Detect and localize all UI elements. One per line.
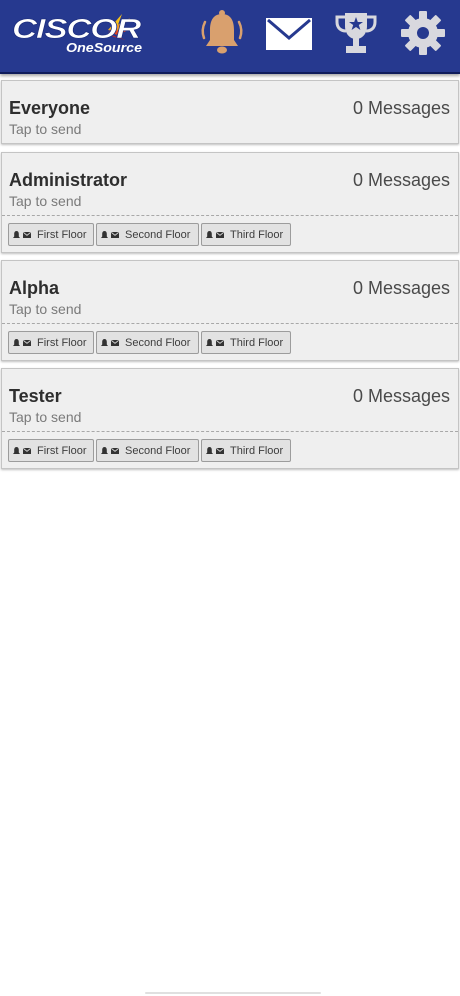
zone-button-first-floor[interactable]: First Floor [8, 439, 94, 462]
tap-to-send-hint: Tap to send [9, 409, 82, 425]
zone-button-third-floor[interactable]: Third Floor [201, 439, 291, 462]
message-count: 0 Messages [352, 98, 450, 118]
message-count: 0 Messages [352, 278, 450, 298]
tap-to-send-hint: Tap to send [9, 121, 82, 137]
tap-to-send-hint: Tap to send [9, 301, 82, 317]
zone-buttons: First Floor Second Floor Third Floor [2, 323, 458, 360]
zone-label: Second Floor [125, 228, 191, 241]
zone-label: Second Floor [125, 444, 191, 457]
zone-button-third-floor[interactable]: Third Floor [201, 331, 291, 354]
group-card-tester[interactable]: Tester Tap to send 0 Messages First Floor… [1, 368, 459, 469]
zone-label: Third Floor [230, 444, 284, 457]
zone-button-first-floor[interactable]: First Floor [8, 331, 94, 354]
home-indicator [145, 992, 321, 994]
group-name: Alpha [9, 278, 60, 298]
zone-buttons: First Floor Second Floor Third Floor [2, 215, 458, 252]
zone-label: Third Floor [230, 228, 284, 241]
message-count: 0 Messages [352, 386, 450, 406]
zone-label: First Floor [37, 444, 87, 457]
zone-button-second-floor[interactable]: Second Floor [96, 331, 199, 354]
bell-icon[interactable] [198, 8, 246, 58]
zone-button-first-floor[interactable]: First Floor [8, 223, 94, 246]
zone-button-second-floor[interactable]: Second Floor [96, 223, 199, 246]
gear-icon[interactable] [398, 8, 448, 58]
message-count: 0 Messages [352, 170, 450, 190]
mail-icon[interactable] [264, 8, 316, 58]
zone-label: Third Floor [230, 336, 284, 349]
logo-subtext: OneSource [66, 40, 142, 55]
zone-label: First Floor [37, 228, 87, 241]
group-name: Tester [9, 386, 62, 406]
group-card-alpha[interactable]: Alpha Tap to send 0 Messages First Floor … [1, 260, 459, 361]
zone-label: First Floor [37, 336, 87, 349]
zone-button-third-floor[interactable]: Third Floor [201, 223, 291, 246]
zone-button-second-floor[interactable]: Second Floor [96, 439, 199, 462]
tap-to-send-hint: Tap to send [9, 193, 82, 209]
app-header: CISCOR OneSource [0, 0, 460, 74]
zone-buttons: First Floor Second Floor Third Floor [2, 431, 458, 468]
trophy-icon[interactable] [332, 8, 380, 58]
zone-label: Second Floor [125, 336, 191, 349]
group-card-administrator[interactable]: Administrator Tap to send 0 Messages Firs… [1, 152, 459, 253]
group-name: Administrator [9, 170, 128, 190]
group-name: Everyone [9, 98, 91, 118]
group-card-everyone[interactable]: Everyone Tap to send 0 Messages [1, 80, 459, 144]
ciscor-logo: CISCOR OneSource [10, 8, 150, 58]
